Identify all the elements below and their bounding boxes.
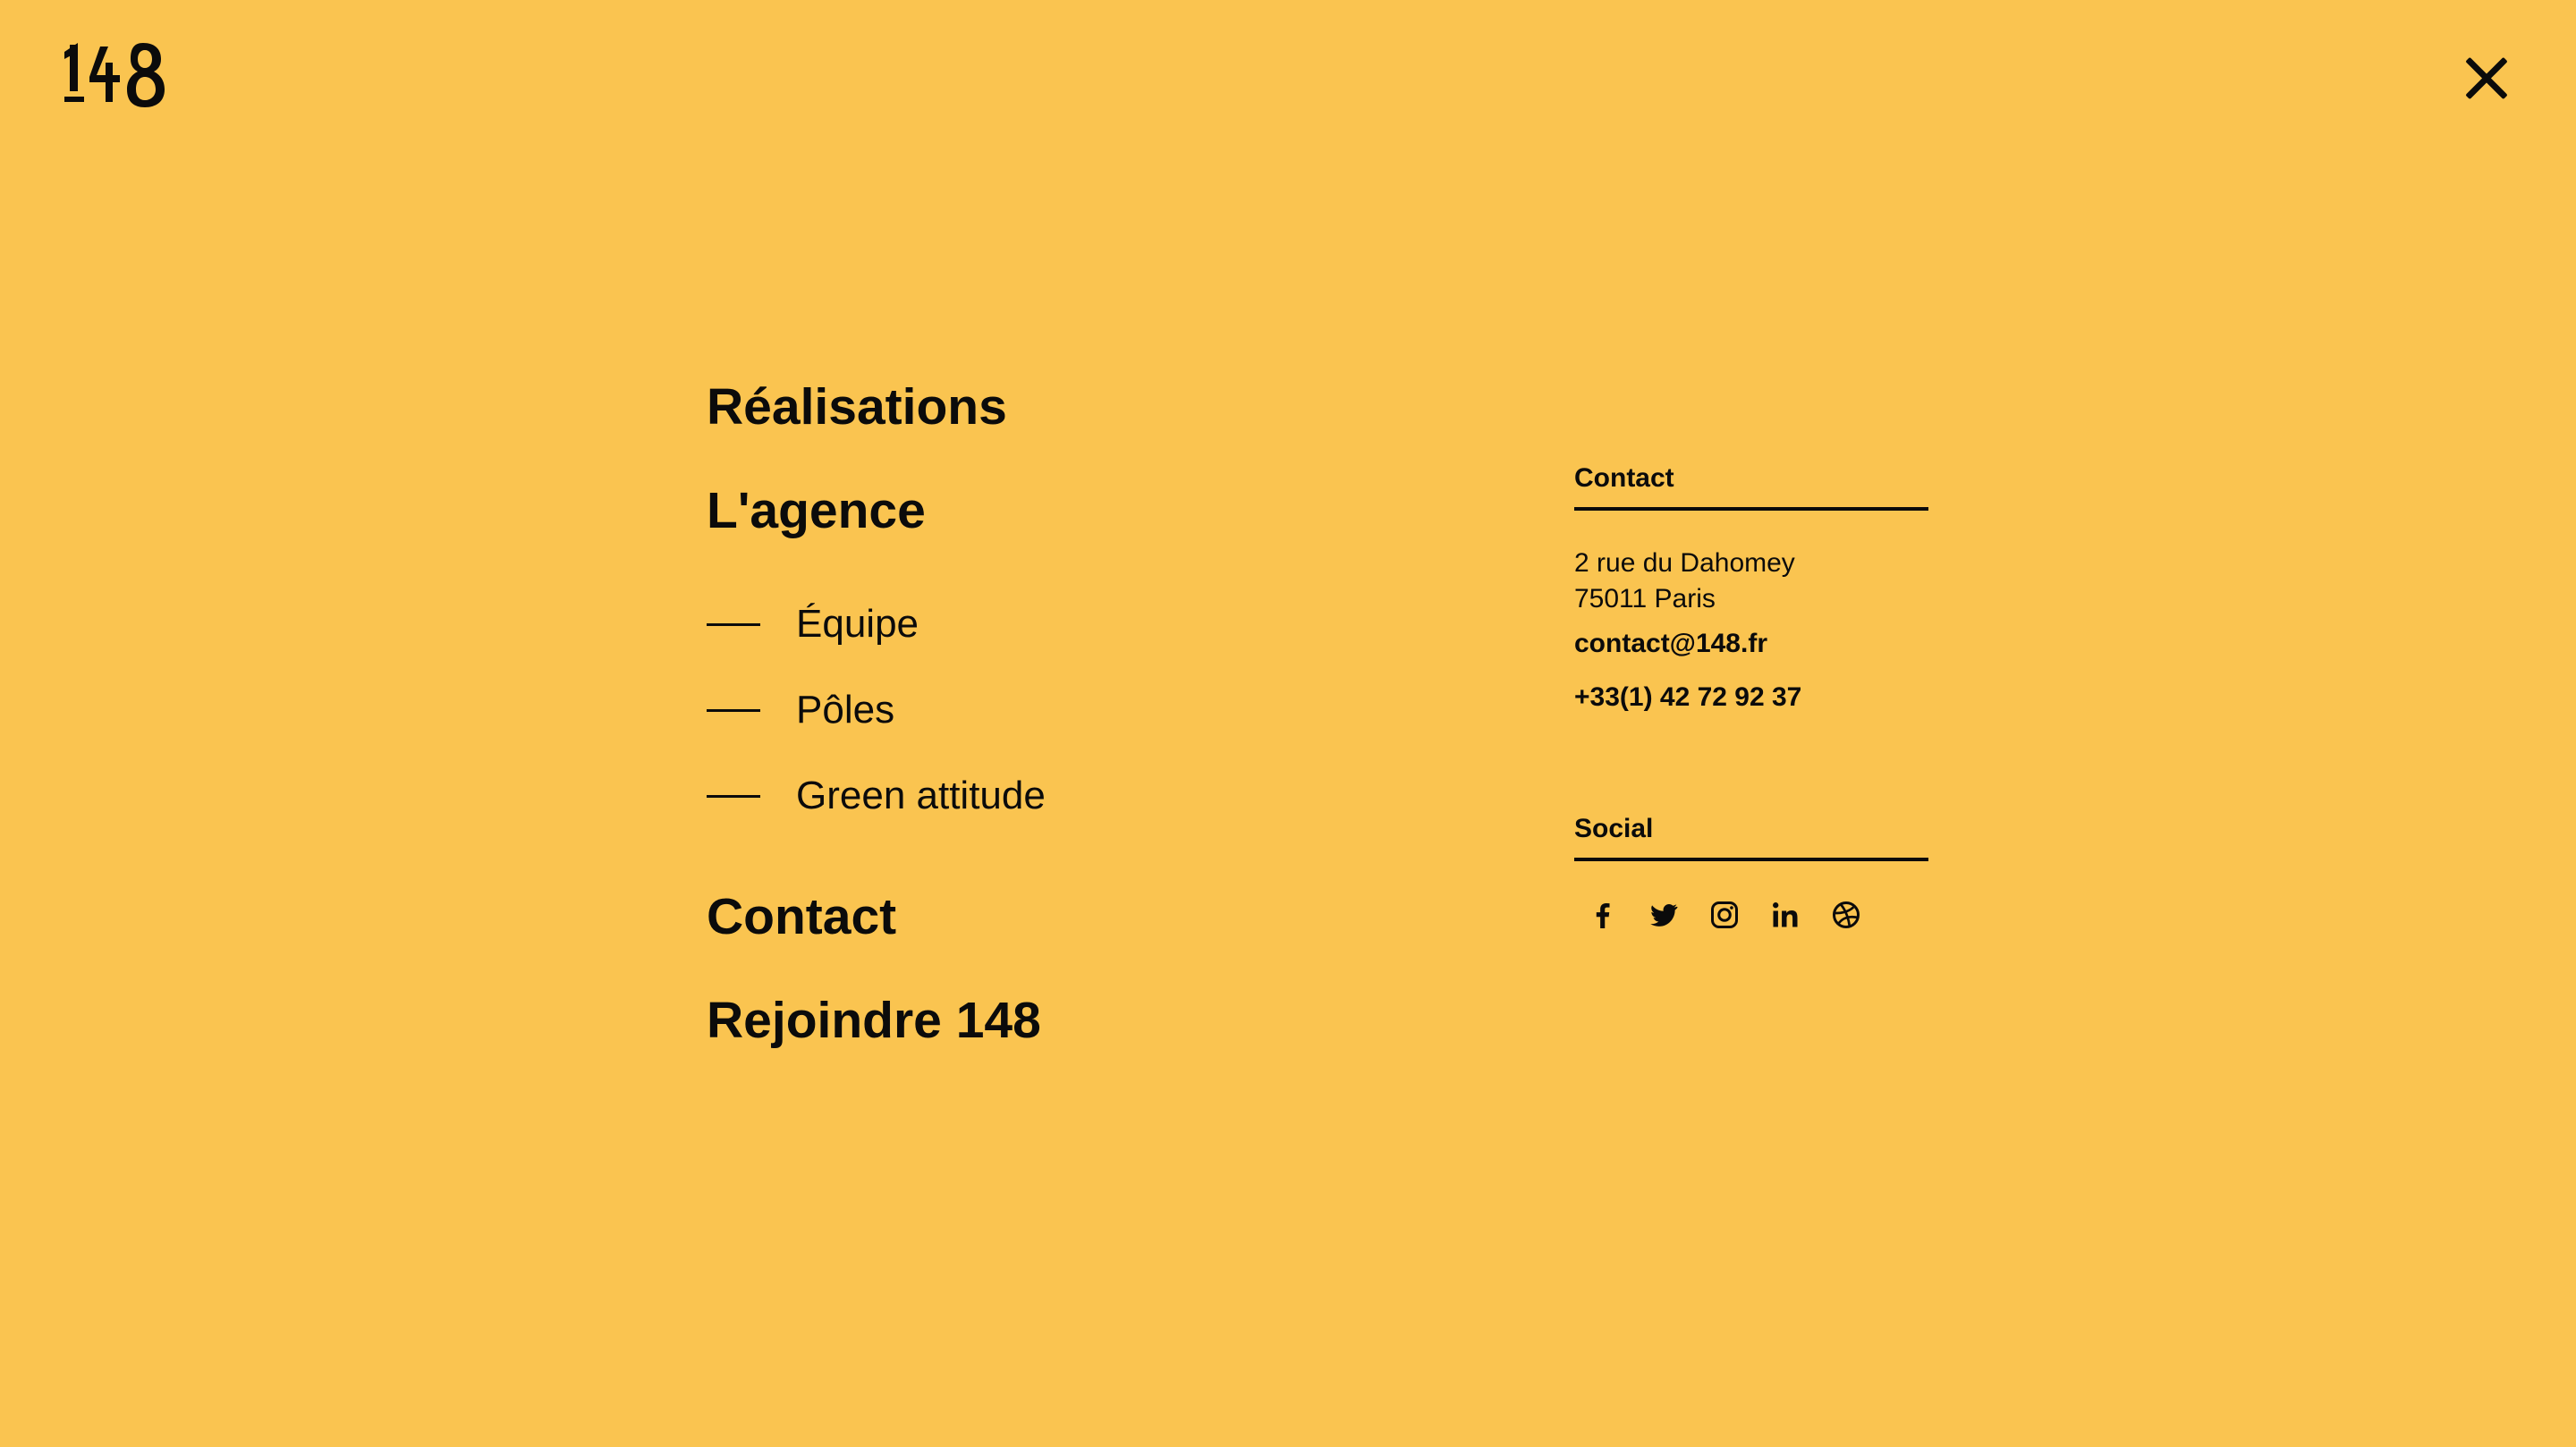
submenu-item-poles[interactable]: Pôles [707,683,894,737]
address-line-2: 75011 Paris [1574,584,1716,613]
submenu-item-green-attitude[interactable]: Green attitude [707,769,1046,823]
dribbble-icon[interactable] [1830,899,1862,931]
close-icon[interactable] [2460,54,2510,104]
facebook-icon[interactable] [1587,899,1619,931]
phone-link[interactable]: +33(1) 42 72 92 37 [1574,680,1801,715]
menu-item-realisations[interactable]: Réalisations [707,376,1007,438]
linkedin-icon[interactable] [1769,899,1801,931]
submenu-item-label: Pôles [796,688,895,732]
social-heading: Social [1574,811,1928,861]
address: 2 rue du Dahomey 75011 Paris [1574,546,1795,617]
social-icons [1587,899,1862,931]
submenu-item-equipe[interactable]: Équipe [707,597,919,651]
logo-148[interactable] [64,39,170,109]
submenu-item-label: Équipe [796,602,919,646]
instagram-icon[interactable] [1708,899,1741,931]
menu-item-rejoindre[interactable]: Rejoindre 148 [707,989,1041,1052]
dash-icon [707,794,760,798]
submenu-item-label: Green attitude [796,774,1046,817]
menu-overlay: Réalisations L'agence Équipe Pôles Green… [0,0,2576,1447]
menu-item-agence[interactable]: L'agence [707,479,926,542]
email-link[interactable]: contact@148.fr [1574,626,1767,662]
menu-item-contact[interactable]: Contact [707,885,896,948]
dash-icon [707,708,760,712]
twitter-icon[interactable] [1648,899,1680,931]
address-line-1: 2 rue du Dahomey [1574,548,1795,578]
dash-icon [707,622,760,626]
contact-heading: Contact [1574,461,1928,511]
